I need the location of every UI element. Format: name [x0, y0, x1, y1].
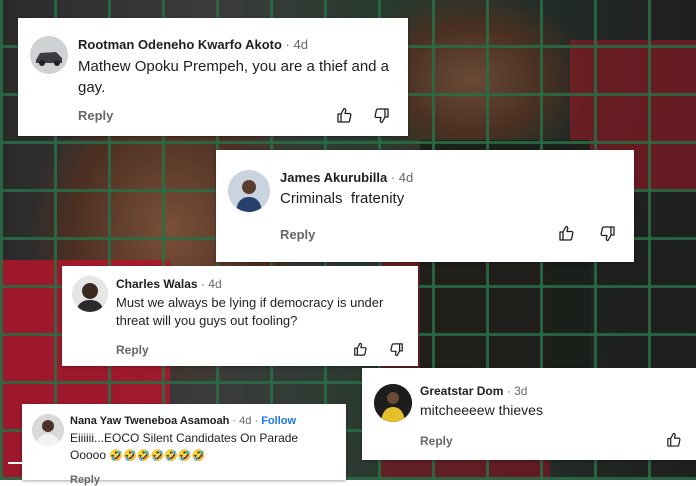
thumbs-down-icon[interactable] — [600, 226, 616, 247]
commenter-name[interactable]: Nana Yaw Tweneboa Asamoah · 4d · Follow — [70, 415, 296, 427]
comment-age: · 4d · — [232, 415, 259, 427]
comment-card: Charles Walas · 4d Must we always be lyi… — [62, 266, 418, 366]
comment-card: Greatstar Dom · 3d mitcheeeew thieves Re… — [362, 368, 696, 460]
comment-card: Nana Yaw Tweneboa Asamoah · 4d · Follow … — [22, 404, 346, 486]
avatar[interactable] — [374, 384, 412, 422]
laughing-emojis: 🤣🤣🤣🤣🤣🤣🤣 — [109, 450, 206, 462]
comment-age: · 3d — [506, 384, 528, 398]
commenter-name-text[interactable]: Nana Yaw Tweneboa Asamoah — [70, 415, 229, 427]
comment-age: · 4d — [390, 170, 414, 185]
thumbs-up-icon[interactable] — [336, 107, 352, 128]
thumbs-up-icon[interactable] — [666, 432, 681, 452]
comment-text: Eiiiiii...EOCO Silent Candidates On Para… — [70, 431, 299, 445]
commenter-name[interactable]: James Akurubilla · 4d — [280, 170, 413, 185]
commenter-name-text[interactable]: Rootman Odeneho Kwarfo Akoto — [78, 37, 282, 52]
reply-button[interactable]: Reply — [420, 434, 453, 448]
follow-button[interactable]: Follow — [261, 415, 296, 427]
thumbs-down-icon[interactable] — [374, 108, 390, 129]
video-progress-bar[interactable] — [8, 462, 56, 464]
comment-text-word: Ooooo — [70, 448, 107, 462]
avatar[interactable] — [72, 276, 108, 312]
comment-card: Rootman Odeneho Kwarfo Akoto · 4d Mathew… — [18, 18, 408, 136]
commenter-name-text[interactable]: Greatstar Dom — [420, 384, 503, 398]
comment-text: mitcheeeew thieves — [420, 402, 543, 418]
comment-text: Criminals fratenity — [280, 190, 405, 207]
avatar[interactable] — [228, 170, 270, 212]
commenter-name-text[interactable]: Charles Walas — [116, 277, 198, 291]
comment-age: · 4d — [285, 37, 308, 52]
comment-age: · 4d — [200, 277, 222, 291]
commenter-name-text[interactable]: James Akurubilla — [280, 170, 387, 185]
commenter-name[interactable]: Rootman Odeneho Kwarfo Akoto · 4d — [78, 37, 308, 52]
reply-button[interactable]: Reply — [116, 343, 149, 357]
avatar[interactable] — [32, 414, 64, 446]
comment-text: Mathew Opoku Prempeh, you are a thief an… — [78, 58, 390, 96]
avatar[interactable] — [30, 36, 68, 74]
reply-button[interactable]: Reply — [78, 108, 113, 123]
thumbs-up-icon[interactable] — [353, 342, 367, 361]
thumbs-down-icon[interactable] — [390, 343, 404, 362]
comment-text-line2: Ooooo 🤣🤣🤣🤣🤣🤣🤣 — [70, 448, 205, 462]
commenter-name[interactable]: Greatstar Dom · 3d — [420, 384, 527, 398]
comment-card: James Akurubilla · 4d Criminals fratenit… — [216, 150, 634, 262]
commenter-name[interactable]: Charles Walas · 4d — [116, 277, 222, 291]
comment-text: Must we always be lying if democracy is … — [116, 295, 384, 328]
reply-button[interactable]: Reply — [280, 227, 315, 242]
reply-button[interactable]: Reply — [70, 474, 100, 486]
thumbs-up-icon[interactable] — [558, 225, 574, 246]
